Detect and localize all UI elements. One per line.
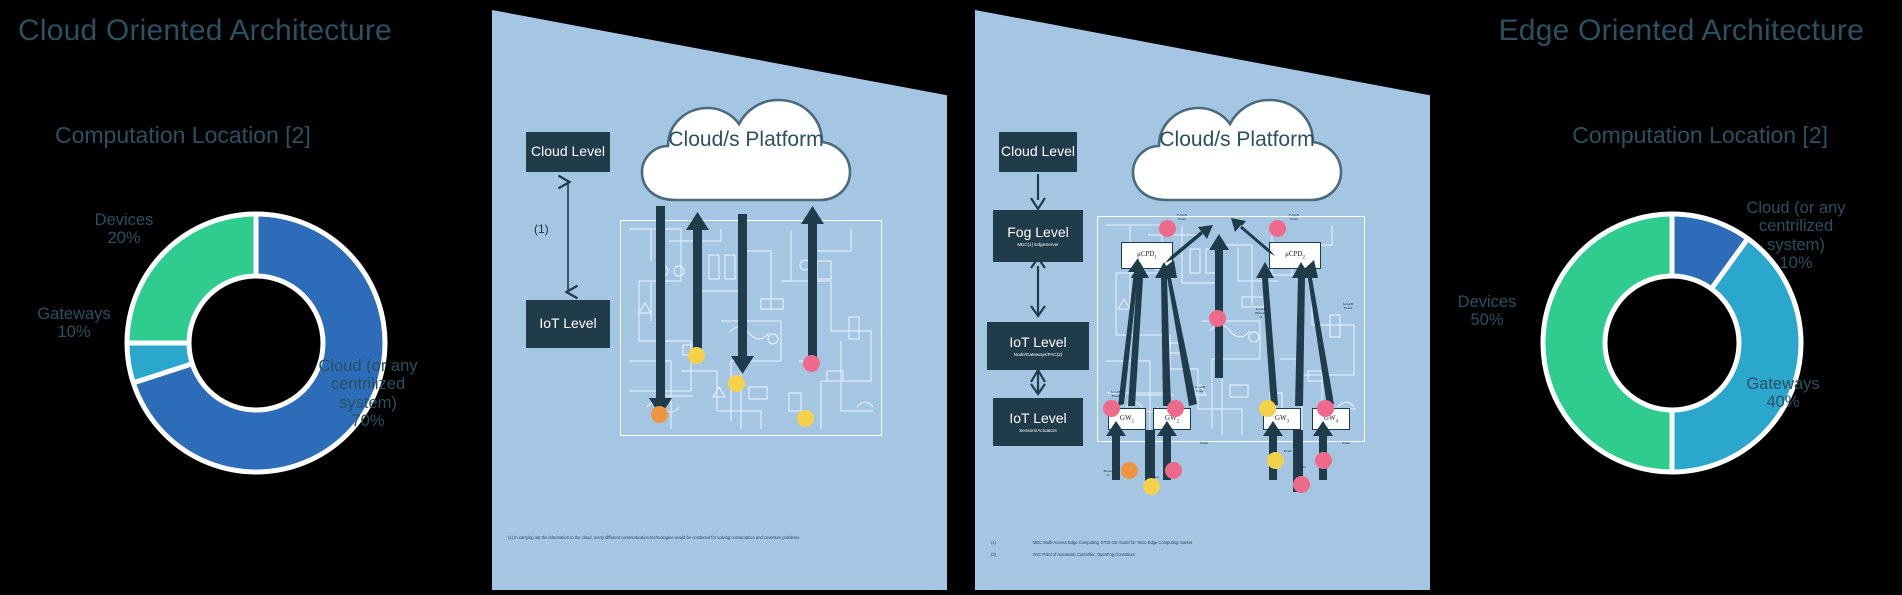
donut-chart-edge-oriented: Cloud (or any centrilized system) 10% De… — [1458, 197, 1880, 507]
status-dot-pink — [1103, 400, 1120, 417]
donut-left-label-gateways: Gateways 10% — [37, 305, 111, 342]
micro-label-event: F-GLB Event — [1289, 213, 1299, 221]
donut-chart-cloud-oriented: Devices 20% Gateways 10% Cloud (or any c… — [37, 197, 472, 507]
micro-label-binarios: G-GLB Binarios rx — [1255, 307, 1267, 319]
level-box-subtitle: Sensors/Actuators — [1019, 427, 1057, 433]
level-box-title: IoT Level — [539, 315, 597, 332]
status-dot-orange — [651, 406, 668, 423]
donut-left-label-cloud: Cloud (or any centrilized system) 70% — [318, 357, 418, 431]
footnote-number: (1) — [991, 540, 997, 546]
micro-label-event: Event — [1200, 441, 1208, 445]
level-box-title: Cloud Level — [531, 143, 605, 160]
status-dot-pink — [1317, 400, 1334, 417]
micro-label-event: G-GLB Event — [1342, 302, 1354, 310]
mini-box-ucpd-1: μCPD1 — [1121, 242, 1173, 269]
cloud-label-2: Cloud/s Platform — [1159, 128, 1315, 151]
footnote-row: (1) MEC Multi-Access Edge Computing. ETS… — [991, 540, 1421, 546]
level-box-fog-2: Fog Level MEC(1) EdgeServer — [993, 210, 1083, 262]
micro-label-event: Event — [1298, 465, 1306, 469]
annotation-1: (1) — [534, 222, 549, 236]
donut-right-label-devices: Devices 50% — [1457, 293, 1517, 330]
status-dot-orange — [1121, 462, 1138, 479]
level-box-iot-node-2: IoT Level Node/Gateways/PAC(2) — [987, 322, 1089, 370]
micro-label-event: G-GLB Event — [1110, 390, 1122, 398]
page-title-left: Cloud Oriented Architecture — [18, 14, 392, 47]
micro-label-event: G-GLB Event — [1194, 385, 1206, 393]
footnote-text: PAC Point of Automatic Controller, OpenF… — [1033, 552, 1135, 558]
status-dot-pink — [1209, 310, 1226, 327]
footnote-1: (1) In carrying out the information to t… — [508, 535, 800, 540]
mini-box-label: GW1 — [1119, 413, 1135, 425]
mini-box-label: GW3 — [1274, 413, 1290, 425]
level-box-subtitle: MEC(1) EdgeServer — [1017, 241, 1059, 247]
status-dot-yellow — [797, 410, 814, 427]
status-dot-pink — [1293, 476, 1310, 493]
status-dot-pink — [1167, 400, 1184, 417]
mini-box-label: μCPD1 — [1137, 250, 1157, 261]
status-dot-yellow — [1259, 400, 1276, 417]
footnote-number: (2) — [991, 552, 997, 558]
donut-left-label-devices: Devices 20% — [94, 211, 154, 248]
mini-box-ucpd-2: μCPD2 — [1269, 242, 1321, 269]
donut-right-label-cloud: Cloud (or any centrilized system) 10% — [1746, 199, 1846, 273]
level-box-title: IoT Level — [1009, 410, 1067, 427]
cloud-shape-2: Cloud/s Platform — [1131, 96, 1343, 202]
level-box-cloud-2: Cloud Level — [999, 132, 1077, 172]
diagram-panel-cloud-oriented: Cloud/s Platform Cloud Level IoT Level (… — [492, 10, 947, 590]
section-title-left: Computation Location [2] — [55, 122, 311, 148]
level-box-iot-1: IoT Level — [526, 300, 610, 348]
donut-left-graphic — [122, 209, 390, 477]
level-box-title: Fog Level — [1007, 224, 1069, 241]
status-dot-yellow — [1267, 452, 1284, 469]
footnote-text: MEC Multi-Access Edge Computing. ETSI-CE… — [1033, 540, 1193, 546]
donut-right-label-gateways: Gateways 40% — [1746, 375, 1820, 412]
micro-label-measure: Measu re — [1103, 469, 1113, 477]
cloud-label-1: Cloud/s Platform — [668, 128, 824, 151]
status-dot-pink — [1315, 452, 1332, 469]
level-box-title: Cloud Level — [1001, 143, 1075, 160]
level-box-subtitle: Node/Gateways/PAC(2) — [1013, 351, 1063, 357]
cloud-shape-1: Cloud/s Platform — [640, 96, 852, 202]
mini-box-label: μCPD2 — [1285, 250, 1305, 261]
status-dot-pink — [803, 355, 820, 372]
level-box-title: IoT Level — [1009, 334, 1067, 351]
status-dot-pink — [1269, 220, 1286, 237]
diagram-panel-edge-oriented: Cloud/s Platform Cloud Level Fog Level M… — [975, 10, 1430, 590]
level-box-iot-sensor-2: IoT Level Sensors/Actuators — [993, 398, 1083, 446]
circuit-board-graphic-1 — [620, 220, 882, 436]
status-dot-pink — [1165, 462, 1182, 479]
footnotes-2: (1) MEC Multi-Access Edge Computing. ETS… — [991, 534, 1421, 565]
page-title-right: Edge Oriented Architecture — [1498, 14, 1864, 47]
status-dot-yellow — [688, 347, 705, 364]
status-dot-yellow — [728, 375, 745, 392]
status-dot-yellow — [1143, 478, 1160, 495]
level-box-cloud-1: Cloud Level — [526, 132, 610, 172]
section-title-right: Computation Location [2] — [1572, 122, 1828, 148]
footnote-row: (2) PAC Point of Automatic Controller, O… — [991, 552, 1421, 558]
micro-label-event: F-GLB Event — [1177, 213, 1187, 221]
status-dot-pink — [1159, 220, 1176, 237]
micro-label-event: Event — [1342, 441, 1350, 445]
slide-stage: Cloud Oriented Architecture Edge Oriente… — [0, 0, 1902, 595]
